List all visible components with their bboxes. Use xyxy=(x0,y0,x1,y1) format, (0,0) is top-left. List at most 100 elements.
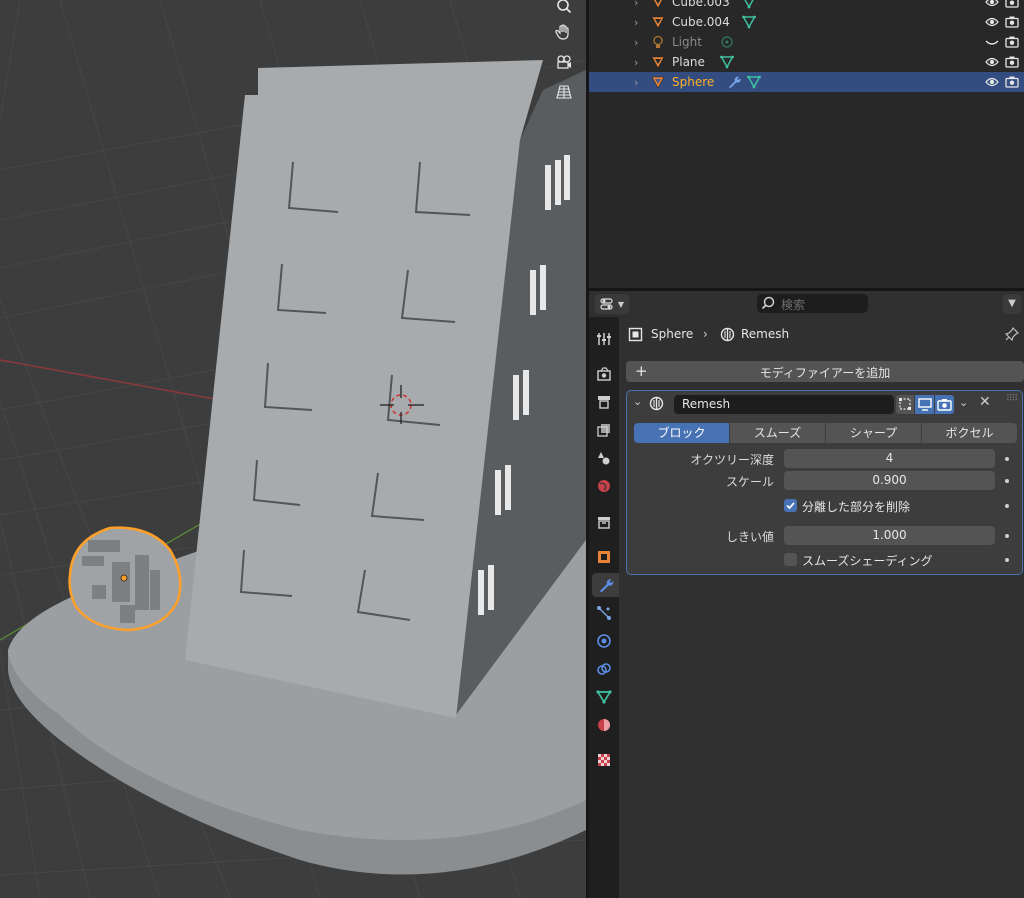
camera-icon[interactable] xyxy=(1005,15,1019,29)
drag-handle-icon[interactable]: ⠿⠿ xyxy=(1006,394,1018,404)
viewport-display-toggle[interactable] xyxy=(915,395,934,414)
tab-particles[interactable] xyxy=(592,601,616,625)
keyframe-dot-icon[interactable] xyxy=(1005,534,1009,538)
eye-icon[interactable] xyxy=(985,75,999,89)
edit-mode-toggle[interactable] xyxy=(896,395,914,414)
tab-tool[interactable] xyxy=(592,327,616,351)
threshold-field[interactable]: 1.000 xyxy=(784,526,995,545)
mode-button-sharp[interactable]: シャープ xyxy=(826,423,921,443)
wrench-icon[interactable] xyxy=(727,75,741,89)
mesh-data-icon[interactable] xyxy=(747,75,761,89)
extra-options-chevron-icon[interactable]: ⌄ xyxy=(959,396,968,409)
render-toggle[interactable] xyxy=(935,395,954,414)
camera-icon[interactable] xyxy=(1005,35,1019,49)
add-modifier-label: モディファイアーを追加 xyxy=(759,366,891,380)
tab-texture[interactable] xyxy=(592,748,616,772)
pin-icon[interactable] xyxy=(1005,327,1019,341)
mesh-data-icon[interactable] xyxy=(742,15,756,29)
outliner-row[interactable]: › Light xyxy=(589,32,1024,52)
keyframe-dot-icon[interactable] xyxy=(1005,558,1009,562)
collapse-chevron-icon[interactable]: ⌄ xyxy=(633,395,642,408)
outliner-item-name: Light xyxy=(672,35,702,49)
eye-icon[interactable] xyxy=(985,55,999,69)
mesh-data-icon xyxy=(596,690,612,704)
3d-viewport[interactable] xyxy=(0,0,586,898)
camera-icon[interactable] xyxy=(1005,75,1019,89)
mode-button-smooth[interactable]: スムーズ xyxy=(730,423,825,443)
eye-icon[interactable] xyxy=(985,0,999,9)
outliner-row[interactable]: › Sphere xyxy=(589,72,1024,92)
constraints-icon xyxy=(597,663,611,675)
chevron-down-icon: ▼ xyxy=(617,299,625,309)
expand-arrow-icon[interactable]: › xyxy=(634,36,638,49)
octree-depth-field[interactable]: 4 xyxy=(784,449,995,468)
expand-arrow-icon[interactable]: › xyxy=(634,76,638,89)
outliner-item-name: Cube.003 xyxy=(672,0,730,9)
viewport-scene[interactable] xyxy=(0,0,586,898)
remesh-modifier-panel: ⌄ Remesh ⌄ ✕ ⠿⠿ ブロック スムーズ シャープ ボクセル オクツリ… xyxy=(626,390,1023,575)
eye-icon[interactable] xyxy=(985,15,999,29)
outliner-row[interactable]: › Cube.003 xyxy=(589,0,1024,12)
expand-arrow-icon[interactable]: › xyxy=(634,0,638,9)
camera-view-icon[interactable] xyxy=(550,48,577,75)
breadcrumb-separator-icon: › xyxy=(703,327,708,341)
properties-editor-icon xyxy=(600,298,613,310)
mesh-object-icon xyxy=(651,55,665,69)
tab-scene[interactable] xyxy=(592,446,616,470)
options-dropdown[interactable]: ▼ xyxy=(1003,294,1021,314)
material-icon xyxy=(598,719,610,731)
tab-material[interactable] xyxy=(592,713,616,737)
close-icon[interactable]: ✕ xyxy=(979,394,991,410)
modifier-name-field[interactable]: Remesh xyxy=(674,395,894,414)
mesh-data-icon[interactable] xyxy=(742,0,756,9)
pan-hand-icon[interactable] xyxy=(550,18,577,45)
mesh-object-icon xyxy=(651,15,665,29)
tab-view-layer[interactable] xyxy=(592,418,616,442)
tab-output[interactable] xyxy=(592,390,616,414)
outliner-row[interactable]: › Cube.004 xyxy=(589,12,1024,32)
outliner-row[interactable]: › Plane xyxy=(589,52,1024,72)
remove-disconnected-label: 分離した部分を削除 xyxy=(802,500,911,514)
mode-button-voxel[interactable]: ボクセル xyxy=(922,423,1017,443)
search-input[interactable]: 検索 xyxy=(757,294,868,313)
texture-icon xyxy=(598,754,610,766)
breadcrumb-modifier: Remesh xyxy=(741,327,790,341)
properties-tab-bar xyxy=(589,317,619,898)
remesh-modifier-icon xyxy=(649,396,664,411)
tab-render[interactable] xyxy=(592,362,616,386)
tab-modifiers[interactable] xyxy=(592,573,619,597)
add-modifier-button[interactable]: + モディファイアーを追加 xyxy=(626,361,1024,382)
mesh-data-icon[interactable] xyxy=(720,55,734,69)
search-icon xyxy=(761,296,775,310)
breadcrumb-object: Sphere xyxy=(651,327,694,341)
eye-closed-icon[interactable] xyxy=(985,35,999,49)
tab-collection[interactable] xyxy=(592,510,616,534)
tab-object-data[interactable] xyxy=(592,685,616,709)
keyframe-dot-icon[interactable] xyxy=(1005,504,1009,508)
mesh-object-icon xyxy=(651,0,665,9)
tab-world[interactable] xyxy=(592,474,616,498)
smooth-shading-checkbox[interactable] xyxy=(784,553,797,566)
remove-disconnected-checkbox[interactable] xyxy=(784,499,797,512)
perspective-grid-icon[interactable] xyxy=(550,78,577,105)
tab-physics[interactable] xyxy=(592,629,616,653)
tab-object[interactable] xyxy=(592,545,616,569)
keyframe-dot-icon[interactable] xyxy=(1005,457,1009,461)
outliner-item-name: Sphere xyxy=(672,75,715,89)
expand-arrow-icon[interactable]: › xyxy=(634,56,638,69)
smooth-shading-label: スムーズシェーディング xyxy=(802,554,933,568)
editor-type-dropdown[interactable]: ▼ xyxy=(595,294,629,314)
mode-button-blocks[interactable]: ブロック xyxy=(634,423,729,443)
selected-sphere[interactable] xyxy=(68,526,182,632)
expand-arrow-icon[interactable]: › xyxy=(634,16,638,29)
properties-header: ▼ 検索 ▼ xyxy=(589,291,1024,317)
light-data-icon[interactable] xyxy=(720,35,734,49)
mesh-object-icon xyxy=(651,75,665,89)
camera-icon[interactable] xyxy=(1005,0,1019,9)
camera-icon[interactable] xyxy=(1005,55,1019,69)
keyframe-dot-icon[interactable] xyxy=(1005,479,1009,483)
scale-field[interactable]: 0.900 xyxy=(784,471,995,490)
x-axis-line xyxy=(0,359,221,401)
collection-icon xyxy=(598,517,610,529)
tab-constraints[interactable] xyxy=(592,657,616,681)
